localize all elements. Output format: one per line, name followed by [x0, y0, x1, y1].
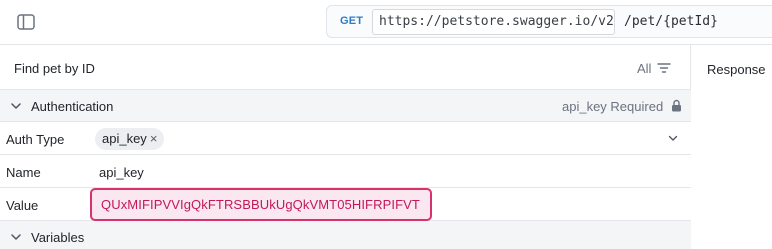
response-title: Response [707, 62, 766, 77]
sidebar-toggle-icon[interactable] [17, 14, 35, 30]
auth-name-label: Name [6, 165, 41, 180]
auth-required-label: api_key Required [562, 99, 664, 114]
auth-name-value: api_key [99, 165, 144, 180]
auth-type-chip[interactable]: api_key × [95, 128, 165, 150]
auth-type-label: Auth Type [6, 132, 65, 147]
close-icon[interactable]: × [150, 131, 158, 146]
auth-value-input[interactable]: QUxMIFIPVVIgQkFTRSBBUkUgQkVMT05HIFRPIFVT [90, 188, 432, 221]
auth-value-label: Value [6, 198, 39, 213]
lock-icon [672, 99, 681, 112]
request-panel: Find pet by ID All Authentication api_ke… [0, 45, 691, 249]
filter-dropdown[interactable]: All [637, 61, 651, 76]
auth-name-row: Name api_key [0, 155, 691, 188]
auth-type-chip-label: api_key [102, 131, 147, 146]
chevron-down-icon [11, 103, 21, 109]
response-panel: Response [692, 45, 772, 249]
chevron-down-icon [11, 234, 21, 240]
request-url-bar: GET https://petstore.swagger.io/v2 /pet/… [326, 5, 772, 38]
top-bar: GET https://petstore.swagger.io/v2 /pet/… [0, 0, 772, 45]
filter-icon[interactable] [657, 62, 671, 74]
http-method-badge[interactable]: GET [340, 15, 363, 27]
endpoint-path[interactable]: /pet/{petId} [624, 9, 718, 35]
chevron-down-icon[interactable] [668, 135, 678, 142]
panel-header: Find pet by ID All [0, 45, 691, 90]
auth-value-text: QUxMIFIPVVIgQkFTRSBBUkUgQkVMT05HIFRPIFVT [101, 197, 420, 212]
auth-type-row: Auth Type api_key × [0, 122, 691, 155]
variables-section-header[interactable]: Variables [0, 221, 691, 249]
variables-section-title: Variables [31, 230, 85, 245]
authentication-section-header[interactable]: Authentication api_key Required [0, 90, 691, 122]
operation-title: Find pet by ID [14, 61, 95, 76]
authentication-section-title: Authentication [31, 99, 114, 114]
server-url-input[interactable]: https://petstore.swagger.io/v2 [372, 9, 615, 35]
auth-value-row: Value QUxMIFIPVVIgQkFTRSBBUkUgQkVMT05HIF… [0, 188, 691, 221]
